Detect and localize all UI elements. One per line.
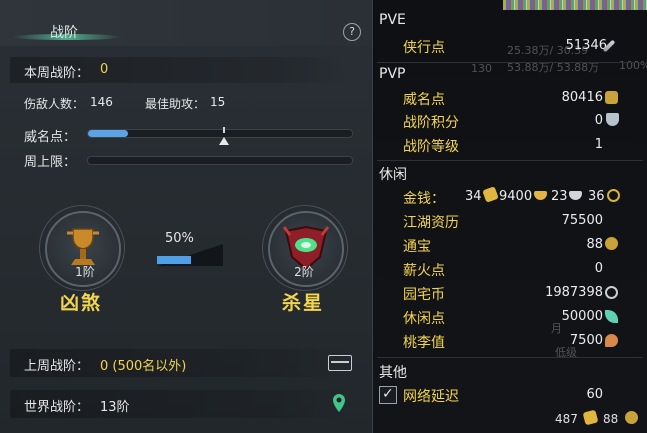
world-rank-label: 世界战阶： [24,400,90,415]
rank-progress-bar [157,256,191,264]
mask-icon [605,91,618,104]
last-week-rank-label: 上周战阶： [24,359,90,374]
yuanzhai-label: 园宅币 [403,287,445,303]
weekly-rank-value: 0 [100,62,109,77]
ingot-icon [582,409,599,426]
help-icon[interactable]: ? [343,23,361,41]
rank-score-label: 战阶积分 [403,115,459,131]
pvp-section-title: PVP [379,66,406,82]
jianghu-value: 75500 [561,213,603,228]
kills-value: 146 [90,95,113,109]
pve-section-title: PVE [379,12,406,28]
chivalry-points-value: 51346 [565,38,607,53]
assists-value: 15 [210,95,226,109]
coin-icon [605,237,618,250]
g-coin-icon [605,286,618,299]
prestige-points-value: 80416 [561,90,603,105]
taoli-label: 桃李值 [403,335,445,351]
location-pin-icon[interactable] [332,393,346,413]
tongbao-value: 88 [586,237,603,252]
silver-ingot-icon [534,191,547,200]
current-rank-name: 凶煞 [59,292,102,314]
weekly-cap-bar [87,156,353,165]
next-rank-level: 2阶 [294,265,314,279]
chivalry-points-label: 侠行点 [403,40,445,56]
kills-label: 伤敌人数： [24,97,85,111]
bg-text-4: 100% [619,59,647,72]
rank-score-value: 0 [594,113,603,128]
money-gold-value: 34 [465,189,482,204]
world-rank-value: 13阶 [100,400,130,415]
prestige-marker-icon [219,137,229,145]
latency-value: 60 [586,387,603,402]
leisure-points-label: 休闲点 [403,311,445,327]
prestige-points-label: 威名点 [403,92,445,108]
footer-count-a: 487 [555,412,578,426]
divider [377,62,643,63]
weekly-rank-label: 本周战阶： [24,66,90,81]
xinhuo-value: 0 [594,261,603,276]
assists-label: 最佳助攻： [145,97,206,111]
prestige-bar-fill [88,130,128,137]
tongbao-label: 通宝 [403,239,431,255]
silver-coin-icon [569,191,582,200]
next-rank-name: 杀星 [281,292,324,314]
copper-coin-icon [607,189,620,202]
prestige-label: 威名点： [24,130,77,145]
jianghu-label: 江湖资历 [403,215,459,231]
money-copper1-value: 23 [551,189,568,204]
weekly-cap-label: 周上限： [24,155,77,170]
divider [377,357,643,358]
prestige-marker-line [223,127,225,133]
chest-icon[interactable] [328,355,352,371]
leisure-points-value: 50000 [561,309,603,324]
money-silver-value: 9400 [499,189,533,204]
taoli-value: 7500 [569,333,603,348]
last-week-rank-value: 0 (500名以外) [100,359,187,374]
panel-title: 战阶 [50,25,78,41]
footer-count-b: 88 [603,412,619,426]
coin-icon [625,411,638,424]
leisure-section-title: 休闲 [379,167,407,183]
gold-ingot-icon [482,186,499,203]
battle-rank-panel: 战阶 ? 本周战阶： 0 伤敌人数： 146 最佳助攻： 15 威名点： 周上限… [0,0,373,433]
peach-icon [605,334,618,347]
currency-panel: 25.38万/ 30.39 130 53.88万/ 53.88万 100% 月 … [373,0,647,433]
bg-text-2: 130 [471,62,492,75]
rank-level-label: 战阶等级 [403,139,459,155]
leaf-icon [605,310,618,323]
yuanzhai-value: 1987398 [545,285,603,300]
latency-label: 网络延迟 [403,389,459,405]
current-rank-level: 1阶 [75,265,95,279]
shield-icon [606,113,619,126]
divider [377,160,643,161]
latency-checkbox[interactable] [379,386,397,404]
bg-text-5: 月 [551,322,562,335]
money-copper2-value: 36 [588,189,605,204]
game-background-strip [503,0,647,10]
money-label: 金钱： [403,191,445,207]
xinhuo-label: 薪火点 [403,263,445,279]
rank-level-value: 1 [594,137,603,152]
other-section-title: 其他 [379,365,407,381]
